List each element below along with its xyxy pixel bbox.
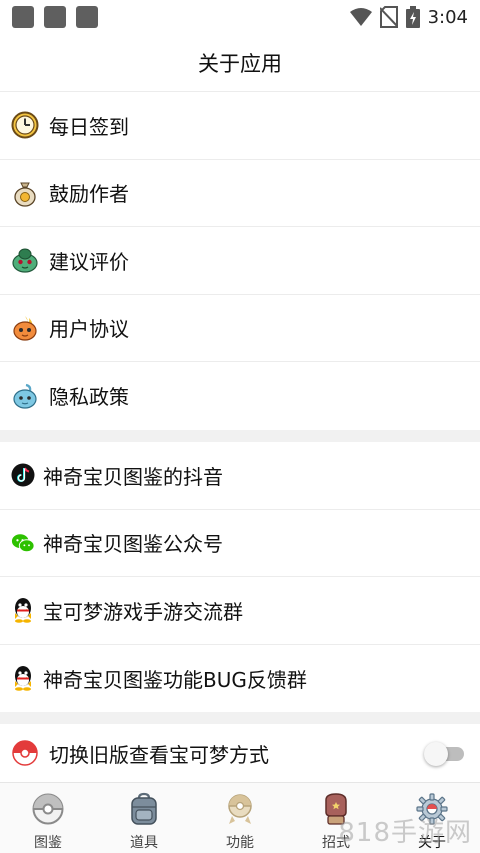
notification-icons (12, 6, 98, 28)
list-item-label: 建议评价 (49, 249, 129, 274)
list-item-user-agreement[interactable]: 用户协议 (0, 295, 480, 362)
list-item-label: 神奇宝贝图鉴功能BUG反馈群 (43, 667, 307, 692)
no-sim-icon (379, 6, 398, 28)
section-divider (0, 430, 480, 442)
page-title: 关于应用 (198, 51, 282, 76)
list-item-qq-game-group[interactable]: 宝可梦游戏手游交流群 (0, 577, 480, 645)
nav-tab-label: 功能 (226, 835, 254, 851)
list-item-daily-checkin[interactable]: 每日签到 (0, 92, 480, 160)
nav-tab-label: 道具 (130, 835, 158, 851)
bulbasaur-icon (11, 246, 39, 274)
battery-icon (405, 6, 420, 28)
about-list: 每日签到 鼓励作者 建议评价 用户协议 隐私政策 (0, 92, 480, 430)
list-item-label: 鼓励作者 (49, 182, 129, 207)
list-item-privacy-policy[interactable]: 隐私政策 (0, 362, 480, 430)
status-bar: 3:04 (0, 0, 480, 34)
settings-list: 切换旧版查看宝可梦方式 (0, 724, 480, 782)
nav-tab-items[interactable]: 道具 (96, 783, 192, 853)
nav-tab-pokedex[interactable]: 图鉴 (0, 783, 96, 853)
list-item-douyin[interactable]: 神奇宝贝图鉴的抖音 (0, 442, 480, 510)
list-item-label: 切换旧版查看宝可梦方式 (49, 742, 269, 767)
legacy-view-switch[interactable] (424, 742, 466, 766)
switch-knob (424, 742, 448, 766)
list-item-wechat-official[interactable]: 神奇宝贝图鉴公众号 (0, 510, 480, 577)
list-item-label: 神奇宝贝图鉴的抖音 (43, 464, 223, 489)
notification-icon (76, 6, 98, 28)
squirtle-icon (11, 382, 39, 410)
wechat-icon (11, 531, 35, 555)
title-bar: 关于应用 (0, 34, 480, 92)
list-item-label: 隐私政策 (49, 385, 129, 410)
bottom-navigation: 图鉴 道具 功能 招式 关于 818手游网 (0, 782, 480, 853)
watermark: 818手游网 (338, 818, 472, 848)
community-list: 神奇宝贝图鉴的抖音 神奇宝贝图鉴公众号 宝可梦游戏手游交流群 神奇宝贝图鉴功能B… (0, 442, 480, 712)
nav-tab-functions[interactable]: 功能 (192, 783, 288, 853)
list-item-feedback[interactable]: 建议评价 (0, 227, 480, 295)
qq-icon (11, 666, 35, 692)
backpack-icon (126, 791, 162, 827)
clock-icon (11, 111, 39, 139)
list-item-label: 每日签到 (49, 114, 129, 139)
qq-icon (11, 598, 35, 624)
wifi-icon (349, 8, 372, 26)
nav-tab-label: 图鉴 (34, 835, 62, 851)
list-item-label: 用户协议 (49, 317, 129, 342)
notification-icon (44, 6, 66, 28)
list-item-legacy-view-toggle[interactable]: 切换旧版查看宝可梦方式 (0, 724, 480, 782)
charmander-icon (11, 314, 39, 342)
pokeball-icon (30, 791, 66, 827)
notification-icon (12, 6, 34, 28)
badge-icon (222, 791, 258, 827)
list-item-label: 宝可梦游戏手游交流群 (43, 599, 243, 624)
money-bag-icon (11, 179, 39, 207)
pokeball-icon (11, 739, 39, 767)
list-item-label: 神奇宝贝图鉴公众号 (43, 532, 223, 557)
list-item-bug-feedback-group[interactable]: 神奇宝贝图鉴功能BUG反馈群 (0, 645, 480, 713)
tiktok-icon (11, 463, 35, 487)
clock-time: 3:04 (427, 6, 468, 28)
list-item-support-author[interactable]: 鼓励作者 (0, 160, 480, 227)
section-divider (0, 712, 480, 724)
